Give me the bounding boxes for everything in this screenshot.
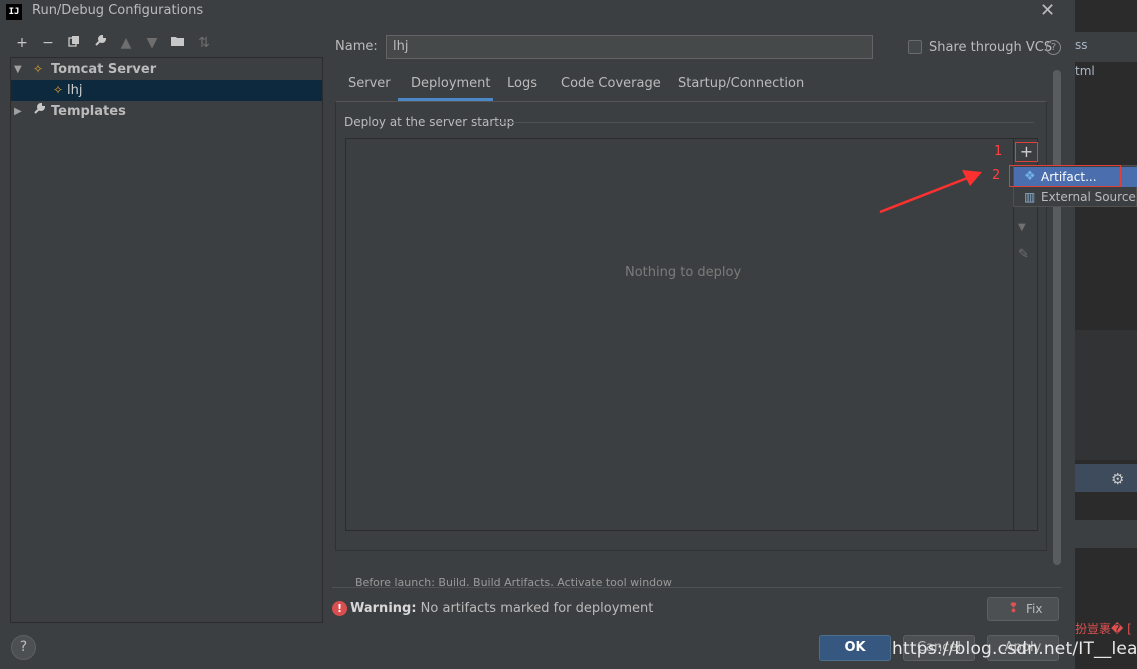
background-ide-window: ss tml ⚙ 扮豈裹� [ — [1075, 0, 1137, 669]
config-toolbar: + − ▲ ▼ ⇅ — [10, 32, 320, 56]
bg-text-1: ss — [1075, 38, 1088, 52]
vertical-scrollbar[interactable] — [1053, 70, 1061, 565]
fix-label: Fix — [1026, 602, 1043, 616]
lightbulb-icon: ❢ — [1008, 601, 1019, 616]
minus-icon[interactable]: − — [40, 34, 56, 52]
config-tree: ▼ ✧ Tomcat Server ✧ lhj ▶ Templates — [10, 57, 323, 623]
before-launch-row[interactable]: Before launch: Build, Build Artifacts, A… — [340, 576, 1040, 586]
plus-icon[interactable]: + — [14, 34, 30, 52]
fix-button[interactable]: ❢ Fix — [987, 597, 1059, 621]
tomcat-config-icon: ✧ — [53, 83, 64, 97]
tree-item-lhj[interactable]: ✧ lhj — [11, 80, 322, 101]
move-down-icon[interactable]: ▼ — [1018, 222, 1026, 233]
tree-item-templates[interactable]: ▶ Templates — [11, 101, 322, 122]
share-vcs-checkbox[interactable] — [908, 40, 922, 54]
help-button[interactable]: ? — [11, 635, 36, 660]
expand-arrow-icon[interactable]: ▼ — [14, 59, 22, 80]
library-icon: ▥ — [1024, 190, 1036, 204]
annotation-highlight-box — [1009, 165, 1121, 187]
tab-code-coverage[interactable]: Code Coverage — [561, 76, 661, 91]
bg-panel — [1075, 330, 1137, 460]
name-label: Name: — [335, 39, 378, 54]
tree-item-tomcat-server[interactable]: ▼ ✧ Tomcat Server — [11, 59, 322, 80]
tab-startup-connection[interactable]: Startup/Connection — [678, 76, 804, 91]
tab-server[interactable]: Server — [348, 76, 391, 91]
tab-logs[interactable]: Logs — [507, 76, 537, 91]
tree-item-label: Templates — [51, 104, 126, 119]
annotation-step-1: 1 — [994, 144, 1003, 159]
warning-label: Warning: — [350, 601, 417, 616]
bg-text-2: tml — [1075, 64, 1095, 78]
menu-item-label: External Source... — [1041, 190, 1137, 204]
tree-item-label: Tomcat Server — [51, 62, 157, 77]
help-icon[interactable]: ? — [1046, 40, 1061, 55]
bottom-divider — [332, 587, 1062, 588]
section-title: Deploy at the server startup — [344, 115, 515, 129]
collapse-arrow-icon[interactable]: ▶ — [14, 101, 22, 122]
warning-message: No artifacts marked for deployment — [420, 601, 654, 616]
ok-button[interactable]: OK — [819, 635, 891, 661]
name-input[interactable]: lhj — [386, 35, 873, 59]
copy-icon[interactable] — [66, 34, 82, 52]
intellij-logo-icon: IJ — [6, 4, 22, 20]
bg-strip — [1075, 520, 1137, 548]
watermark-text: https://blog.csdn.net/IT__learning — [892, 639, 1137, 659]
window-title: Run/Debug Configurations — [32, 3, 204, 18]
title-bar: IJ Run/Debug Configurations ✕ — [0, 0, 1075, 24]
tree-item-label: lhj — [67, 83, 83, 98]
menu-item-external-source[interactable]: ▥ External Source... — [1014, 187, 1137, 207]
gear-icon[interactable]: ⚙ — [1111, 470, 1124, 488]
add-deployment-button[interactable]: + — [1015, 142, 1038, 162]
arrow-up-icon[interactable]: ▲ — [118, 34, 134, 52]
bg-toolbar — [1075, 464, 1137, 492]
wrench-icon[interactable] — [92, 34, 108, 52]
sort-icon[interactable]: ⇅ — [196, 34, 212, 52]
edit-pencil-icon[interactable]: ✎ — [1018, 247, 1029, 262]
wrench-icon — [33, 101, 46, 122]
section-divider — [494, 122, 1034, 123]
annotation-arrow-icon — [879, 170, 982, 214]
arrow-down-icon[interactable]: ▼ — [144, 34, 160, 52]
close-icon[interactable]: ✕ — [1040, 0, 1055, 21]
share-vcs-label: Share through VCS — [929, 40, 1053, 55]
warning-text: Warning: No artifacts marked for deploym… — [350, 601, 653, 616]
before-launch-label: Before launch: Build, Build Artifacts, A… — [355, 576, 672, 586]
folder-icon[interactable] — [170, 34, 186, 52]
warning-icon: ! — [332, 601, 347, 616]
bg-text-3: 扮豈裹� [ — [1075, 622, 1132, 636]
tomcat-icon: ✧ — [33, 62, 44, 76]
empty-state-text: Nothing to deploy — [625, 265, 742, 280]
config-tabs: Server Deployment Logs Code Coverage Sta… — [335, 70, 1055, 102]
tab-deployment[interactable]: Deployment — [411, 76, 491, 91]
